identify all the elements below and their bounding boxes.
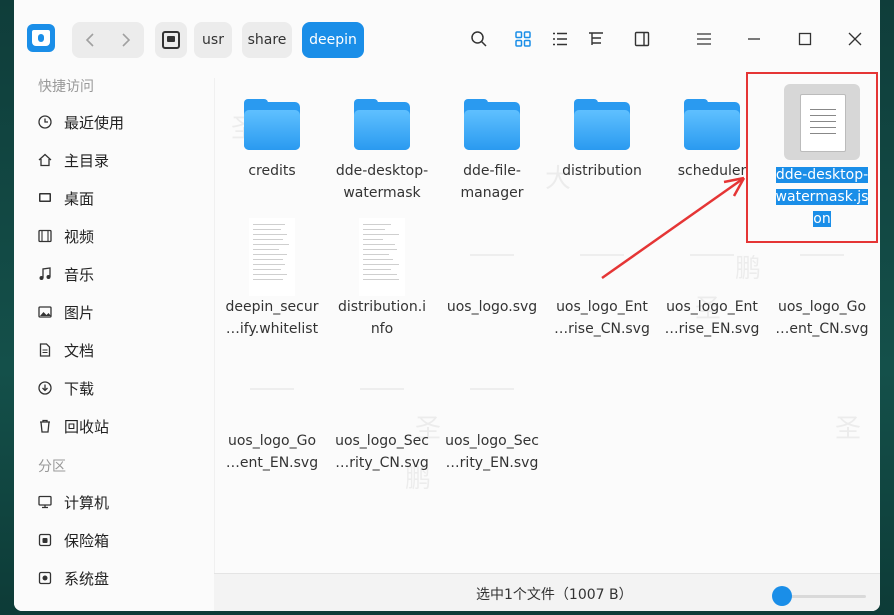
sidebar-item-label: 桌面 <box>64 189 95 208</box>
file-name: uos_logo_Go …ent_CN.svg <box>775 299 869 337</box>
sidebar-item-label: 下载 <box>64 379 95 398</box>
list-item[interactable]: uos_logo_Sec …rity_CN.svg <box>329 376 435 474</box>
document-icon <box>38 343 52 357</box>
list-item[interactable]: deepin_secur …ify.whitelist <box>219 218 325 340</box>
annotation-highlight-box <box>746 72 878 243</box>
sidebar-item-recent[interactable]: 最近使用 <box>38 111 124 133</box>
breadcrumb-root-disk-icon[interactable] <box>155 22 187 58</box>
icon-view-icon[interactable] <box>512 28 534 50</box>
list-item[interactable]: uos_logo_Sec …rity_EN.svg <box>439 376 545 474</box>
zoom-slider-handle[interactable] <box>772 586 792 606</box>
home-icon <box>38 153 52 167</box>
app-logo-icon <box>27 24 55 52</box>
back-button[interactable] <box>72 22 108 58</box>
sidebar-item-label: 最近使用 <box>64 113 125 132</box>
close-icon[interactable] <box>844 28 866 50</box>
sidebar-item-label: 系统盘 <box>64 569 110 588</box>
sidebar-item-documents[interactable]: 文档 <box>38 339 94 361</box>
file-name: dde-desktop-watermask <box>335 163 429 201</box>
list-item[interactable]: uos_logo_Go …ent_EN.svg <box>219 376 325 474</box>
trash-icon <box>38 419 52 433</box>
breadcrumb-share[interactable]: share <box>242 22 292 58</box>
music-icon <box>38 267 52 281</box>
list-item[interactable]: distribution.i nfo <box>329 218 435 340</box>
file-name: credits <box>248 163 296 179</box>
computer-icon <box>38 495 52 509</box>
text-file-thumbnail <box>249 218 295 296</box>
download-icon <box>38 381 52 395</box>
sidebar-item-label: 主目录 <box>64 151 110 170</box>
menu-icon[interactable] <box>693 28 715 50</box>
list-item[interactable]: credits <box>219 99 325 182</box>
sidebar-item-label: 视频 <box>64 227 95 246</box>
list-item[interactable]: dde-desktop-watermask <box>329 99 435 204</box>
sidebar-item-system-disk[interactable]: 系统盘 <box>38 567 109 589</box>
title-bar: usr share deepin <box>14 0 880 79</box>
sidebar-item-downloads[interactable]: 下载 <box>38 377 94 399</box>
sidebar-item-label: 保险箱 <box>64 531 110 550</box>
file-name: uos_logo_Ent …rise_EN.svg <box>664 299 760 337</box>
breadcrumb-deepin[interactable]: deepin <box>302 22 364 58</box>
sidebar-item-label: 回收站 <box>64 417 110 436</box>
file-name: uos_logo_Go …ent_EN.svg <box>225 433 319 471</box>
list-item[interactable]: dde-file-manager <box>439 99 545 204</box>
navigation-buttons <box>72 22 144 58</box>
maximize-icon[interactable] <box>794 28 816 50</box>
svg-file-thumbnail <box>464 242 520 266</box>
svg-file-thumbnail <box>244 376 300 400</box>
sidebar-item-home[interactable]: 主目录 <box>38 149 109 171</box>
list-item[interactable]: uos_logo.svg <box>439 242 545 318</box>
annotation-arrow <box>601 176 746 280</box>
sidebar-item-videos[interactable]: 视频 <box>38 225 94 247</box>
file-manager-window: usr share deepin 快捷访问 最近使用 主目录 桌面 视频 音乐 … <box>14 0 880 611</box>
sidebar-item-vault[interactable]: 保险箱 <box>38 529 109 551</box>
sidebar-item-label: 计算机 <box>64 493 110 512</box>
file-name: uos_logo.svg <box>446 299 538 315</box>
sidebar-item-label: 音乐 <box>64 265 95 284</box>
folder-icon <box>464 99 520 150</box>
svg-file-thumbnail <box>464 376 520 400</box>
vault-icon <box>38 533 52 547</box>
breadcrumb-usr[interactable]: usr <box>194 22 232 58</box>
forward-button[interactable] <box>108 22 144 58</box>
sidebar-item-desktop[interactable]: 桌面 <box>38 187 94 209</box>
svg-file-thumbnail <box>794 242 850 266</box>
sidebar-item-computer[interactable]: 计算机 <box>38 491 109 513</box>
sidebar-item-label: 文档 <box>64 341 95 360</box>
selection-status: 选中1个文件（1007 B） <box>476 587 633 603</box>
video-icon <box>38 229 52 243</box>
svg-file-thumbnail <box>354 376 410 400</box>
file-name: uos_logo_Sec …rity_CN.svg <box>335 433 429 471</box>
search-icon[interactable] <box>468 28 490 50</box>
file-name: dde-file-manager <box>460 163 524 201</box>
sidebar: 快捷访问 最近使用 主目录 桌面 视频 音乐 图片 文档 下载 回收站 分区 计… <box>14 78 214 611</box>
file-name: uos_logo_Ent …rise_CN.svg <box>554 299 650 337</box>
sidebar-item-music[interactable]: 音乐 <box>38 263 94 285</box>
file-name: uos_logo_Sec …rity_EN.svg <box>445 433 539 471</box>
sidebar-item-trash[interactable]: 回收站 <box>38 415 109 437</box>
file-name: deepin_secur …ify.whitelist <box>225 299 319 337</box>
sidebar-item-label: 图片 <box>64 303 95 322</box>
status-bar: 选中1个文件（1007 B） <box>214 573 880 611</box>
list-view-icon[interactable] <box>549 28 571 50</box>
folder-icon <box>684 99 740 150</box>
clock-icon <box>38 115 52 129</box>
partitions-heading: 分区 <box>38 459 66 475</box>
disk-icon <box>38 571 52 585</box>
minimize-icon[interactable] <box>743 28 765 50</box>
text-file-thumbnail <box>359 218 405 296</box>
detail-panel-icon[interactable] <box>631 28 653 50</box>
tree-view-icon[interactable] <box>585 28 607 50</box>
picture-icon <box>38 305 52 319</box>
folder-icon <box>244 99 300 150</box>
file-name: distribution.i nfo <box>337 299 427 337</box>
quick-access-heading: 快捷访问 <box>38 79 94 95</box>
sidebar-item-pictures[interactable]: 图片 <box>38 301 94 323</box>
list-item[interactable]: uos_logo_Go …ent_CN.svg <box>769 242 875 340</box>
desktop-icon <box>38 191 52 205</box>
folder-icon <box>574 99 630 150</box>
folder-icon <box>354 99 410 150</box>
